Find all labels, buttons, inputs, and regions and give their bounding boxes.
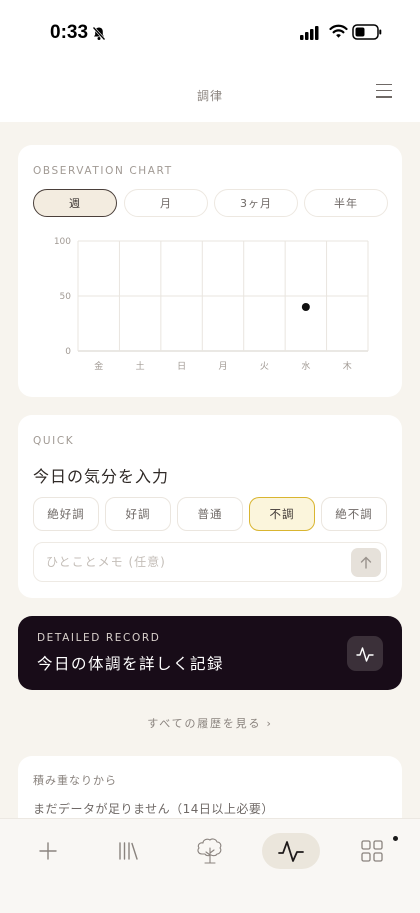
tab-grid[interactable] [350, 833, 394, 869]
app-header: 調律 [0, 62, 420, 122]
y-tick-label: 50 [60, 292, 72, 302]
bell-off-icon [92, 26, 106, 41]
memo-input[interactable] [46, 543, 336, 581]
status-time: 0:33 [50, 22, 89, 43]
hamburger-menu-icon[interactable] [376, 84, 392, 98]
pulse-icon [278, 841, 304, 862]
tab-tree[interactable] [187, 833, 233, 869]
page-title: 調律 [196, 89, 223, 103]
x-tick-label: 木 [343, 360, 352, 372]
detailed-record-card[interactable]: DETAILED RECORD 今日の体調を詳しく記録 [18, 616, 402, 690]
quick-card: QUICK 今日の気分を入力 絶好調 好調 普通 不調 絶不調 [18, 415, 402, 598]
observation-chart-label: OBSERVATION CHART [33, 165, 173, 177]
memo-send-button[interactable] [351, 548, 381, 577]
period-tab-month[interactable]: 月 [124, 189, 208, 217]
plus-icon [39, 842, 57, 860]
period-tab-3months[interactable]: 3ヶ月 [214, 189, 298, 217]
mood-chart: 100 50 0 金 土 日 月 火 水 木 [54, 237, 369, 372]
cellular-signal-icon [300, 26, 319, 40]
tree-icon [197, 838, 222, 864]
detailed-record-button[interactable] [347, 636, 383, 671]
accumulation-label: 積み重なりから [33, 774, 117, 787]
tab-library[interactable] [106, 833, 150, 869]
mood-button-normal[interactable]: 普通 [177, 497, 243, 531]
memo-field [33, 542, 387, 582]
y-tick-label: 0 [65, 347, 71, 357]
library-icon [119, 842, 138, 860]
tab-pulse[interactable] [262, 833, 320, 869]
mood-button-bad[interactable]: 不調 [249, 497, 315, 531]
arrow-up-icon [360, 556, 372, 569]
period-tab-week[interactable]: 週 [33, 189, 117, 217]
detailed-record-label: DETAILED RECORD [37, 632, 161, 644]
mood-button-good[interactable]: 好調 [105, 497, 171, 531]
pulse-icon [356, 646, 374, 662]
history-link[interactable]: すべての履歴を見る › [0, 715, 420, 731]
status-bar: 0:33 [0, 0, 420, 62]
grid-icon [361, 840, 383, 862]
x-tick-label: 金 [94, 360, 103, 372]
mood-button-terrible[interactable]: 絶不調 [321, 497, 387, 531]
x-tick-label: 水 [301, 360, 310, 372]
bottom-tab-bar [0, 818, 420, 913]
period-tab-halfyear[interactable]: 半年 [304, 189, 388, 217]
detailed-record-title: 今日の体調を詳しく記録 [37, 655, 225, 673]
quick-title: 今日の気分を入力 [33, 467, 170, 486]
tab-add[interactable] [26, 833, 70, 869]
y-tick-label: 100 [54, 237, 71, 247]
notification-badge [393, 836, 398, 841]
x-tick-label: 土 [136, 360, 145, 372]
wifi-icon [329, 24, 348, 38]
mood-button-excellent[interactable]: 絶好調 [33, 497, 99, 531]
x-tick-label: 日 [177, 361, 186, 372]
x-tick-label: 月 [218, 361, 227, 372]
accumulation-message: まだデータが足りません（14日以上必要） [33, 802, 274, 816]
x-tick-label: 火 [260, 361, 269, 372]
battery-icon [352, 24, 382, 40]
data-point [301, 303, 310, 311]
quick-label: QUICK [33, 435, 75, 447]
observation-chart-card: OBSERVATION CHART 週 月 3ヶ月 半年 100 50 0 金土日月火… [18, 145, 402, 397]
